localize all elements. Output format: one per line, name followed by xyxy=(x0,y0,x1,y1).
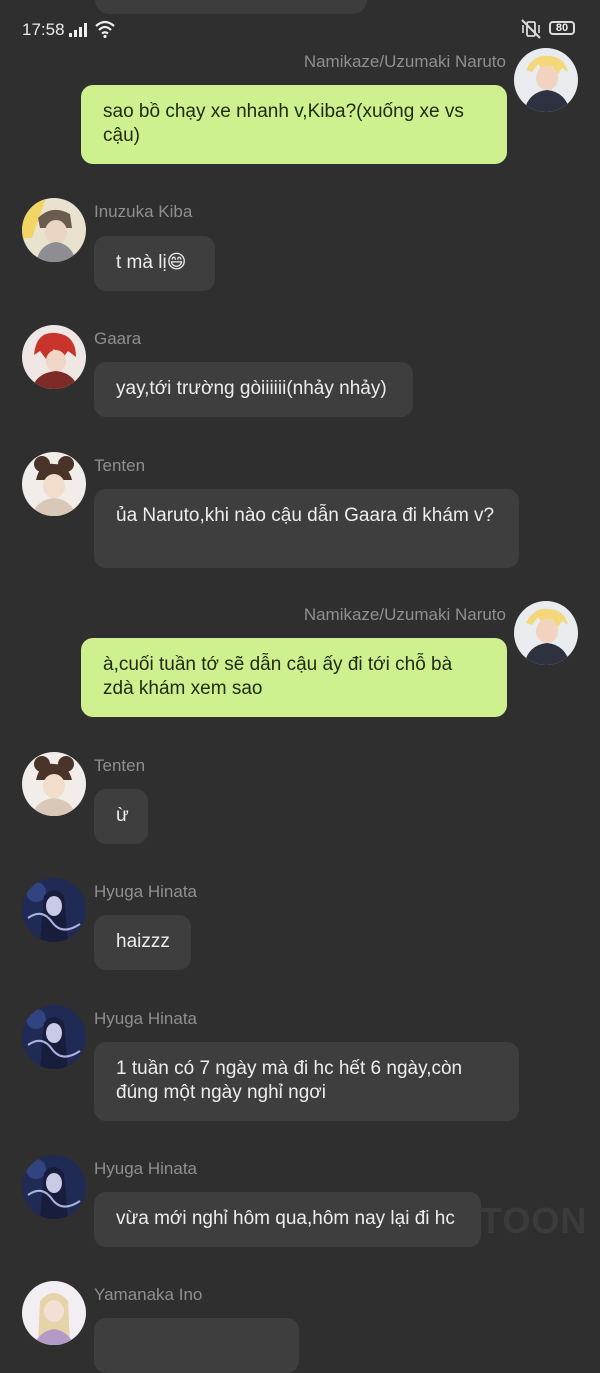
avatar-hinata[interactable] xyxy=(22,878,86,942)
sender-name: Namikaze/Uzumaki Naruto xyxy=(303,52,506,71)
naruto-avatar-image xyxy=(514,601,578,665)
signal-icon xyxy=(69,23,87,37)
status-time: 17:58 xyxy=(22,20,65,39)
tenten-avatar-image xyxy=(22,752,86,816)
sender-name: Hyuga Hinata xyxy=(94,882,198,901)
sender-name: Yamanaka Ino xyxy=(94,1285,203,1304)
previous-message-bubble[interactable] xyxy=(95,0,367,14)
kiba-avatar-image xyxy=(22,198,86,262)
sender-name: Hyuga Hinata xyxy=(94,1009,198,1028)
sender-name: Tenten xyxy=(94,456,146,475)
sender-name: Tenten xyxy=(94,756,146,775)
avatar-tenten[interactable] xyxy=(22,752,86,816)
message-bubble[interactable]: vừa mới nghỉ hôm qua,hôm nay lại đi hc xyxy=(94,1192,481,1247)
battery-indicator: 80 xyxy=(549,21,575,35)
sender-name: Namikaze/Uzumaki Naruto xyxy=(303,605,506,624)
ino-avatar-image xyxy=(22,1281,86,1345)
hinata-avatar-image xyxy=(22,1005,86,1069)
message-bubble[interactable]: ừ xyxy=(94,789,148,844)
avatar-ino[interactable] xyxy=(22,1281,86,1345)
avatar-kiba[interactable] xyxy=(22,198,86,262)
avatar-hinata[interactable] xyxy=(22,1005,86,1069)
wifi-icon xyxy=(95,20,115,38)
message-bubble[interactable] xyxy=(94,1318,299,1373)
avatar-tenten[interactable] xyxy=(22,452,86,516)
naruto-avatar-image xyxy=(514,48,578,112)
message-bubble[interactable]: haizzz xyxy=(94,915,191,970)
message-bubble[interactable]: t mà lị😄 xyxy=(94,236,215,291)
avatar-hinata[interactable] xyxy=(22,1155,86,1219)
sender-name: Gaara xyxy=(94,329,142,348)
message-bubble[interactable]: yay,tới trường gòiiiiii(nhảy nhảy) xyxy=(94,362,413,417)
avatar-gaara[interactable] xyxy=(22,325,86,389)
watermark: TOON xyxy=(480,1200,588,1241)
avatar-naruto[interactable] xyxy=(514,48,578,112)
message-bubble[interactable]: ủa Naruto,khi nào cậu dẫn Gaara đi khám … xyxy=(94,489,519,568)
sender-name: Hyuga Hinata xyxy=(94,1159,198,1178)
sender-name: Inuzuka Kiba xyxy=(94,202,193,221)
gaara-avatar-image xyxy=(22,325,86,389)
tenten-avatar-image xyxy=(22,452,86,516)
message-bubble[interactable]: à,cuối tuần tớ sẽ dẫn cậu ấy đi tới chỗ … xyxy=(81,638,507,717)
message-bubble[interactable]: 1 tuần có 7 ngày mà đi hc hết 6 ngày,còn… xyxy=(94,1042,519,1121)
hinata-avatar-image xyxy=(22,878,86,942)
avatar-naruto[interactable] xyxy=(514,601,578,665)
hinata-avatar-image xyxy=(22,1155,86,1219)
vibrate-off-icon xyxy=(521,19,541,39)
message-bubble[interactable]: sao bồ chạy xe nhanh v,Kiba?(xuống xe vs… xyxy=(81,85,507,164)
